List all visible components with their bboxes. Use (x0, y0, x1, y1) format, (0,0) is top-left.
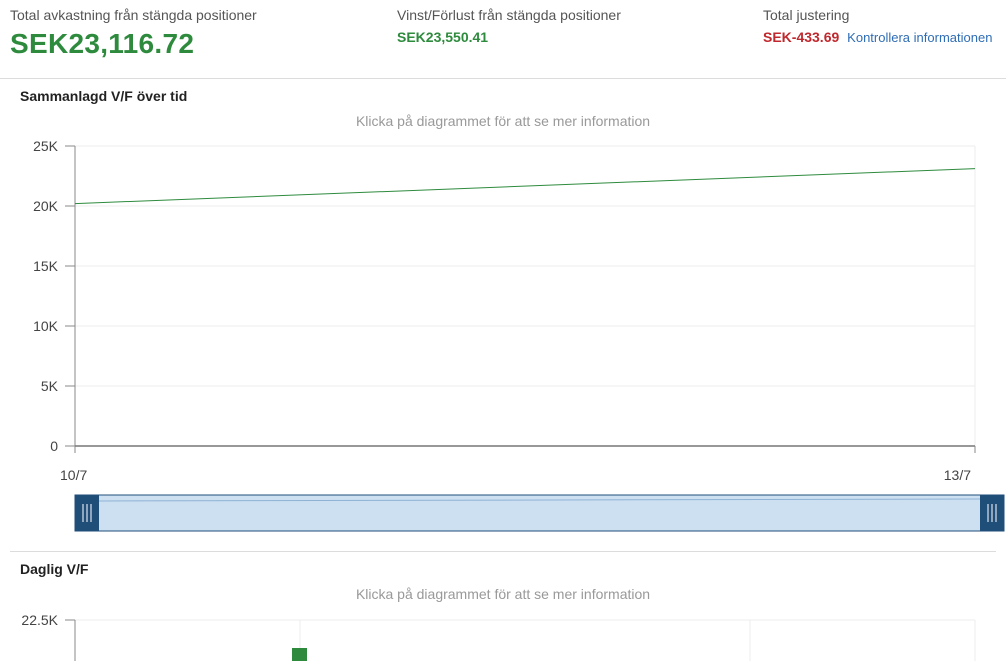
summary-bar: Total avkastning från stängda positioner… (0, 0, 1006, 79)
adjustment-row: SEK-433.69 Kontrollera informationen (763, 29, 992, 45)
total-return-value: SEK23,116.72 (10, 28, 195, 59)
x-tick-label: 10/7 (60, 467, 87, 483)
daily-grid (75, 619, 976, 661)
y-tick-label: 20K (33, 198, 59, 214)
cumulative-x-axis: 10/7 13/7 (60, 445, 976, 483)
daily-y-axis: 22.5K (21, 612, 76, 661)
adjustment-value: SEK-433.69 (763, 29, 840, 45)
cumulative-chart-hint: Klicka på diagrammet för att se mer info… (355, 113, 651, 129)
range-navigator[interactable] (74, 494, 1005, 532)
y-tick-label: 0 (50, 438, 58, 454)
pnl-label: Vinst/Förlust från stängda positioner (397, 7, 621, 23)
y-tick-label: 10K (33, 318, 59, 334)
adjustment-stat: Total justering SEK-433.69 Kontrollera i… (763, 7, 992, 45)
pnl-value: SEK23,550.41 (397, 29, 489, 45)
cumulative-line (74, 168, 976, 205)
cumulative-pnl-chart[interactable]: 0 5K 10K 15K 20K 25K 10/7 13/7 (0, 135, 1006, 540)
pnl-stat: Vinst/Förlust från stängda positioner SE… (397, 7, 621, 45)
daily-pnl-chart[interactable]: 22.5K (0, 608, 1006, 661)
section-divider (10, 551, 996, 552)
y-tick-label: 25K (33, 138, 59, 154)
daily-bar (292, 648, 307, 661)
total-return-label: Total avkastning från stängda positioner (10, 7, 257, 23)
y-tick-label: 22.5K (21, 612, 58, 628)
check-info-link[interactable]: Kontrollera informationen (847, 30, 992, 45)
y-tick-label: 15K (33, 258, 59, 274)
cumulative-y-axis: 0 5K 10K 15K 20K 25K (33, 138, 76, 454)
adjustment-label: Total justering (763, 7, 850, 23)
y-tick-label: 5K (41, 378, 59, 394)
x-tick-label: 13/7 (944, 467, 971, 483)
cumulative-title: Sammanlagd V/F över tid (20, 88, 188, 104)
daily-chart-hint: Klicka på diagrammet för att se mer info… (355, 586, 651, 602)
cumulative-grid (75, 145, 976, 446)
daily-title: Daglig V/F (20, 561, 89, 577)
daily-series (292, 648, 307, 661)
cumulative-series (74, 168, 976, 205)
total-return-stat: Total avkastning från stängda positioner… (10, 7, 257, 60)
